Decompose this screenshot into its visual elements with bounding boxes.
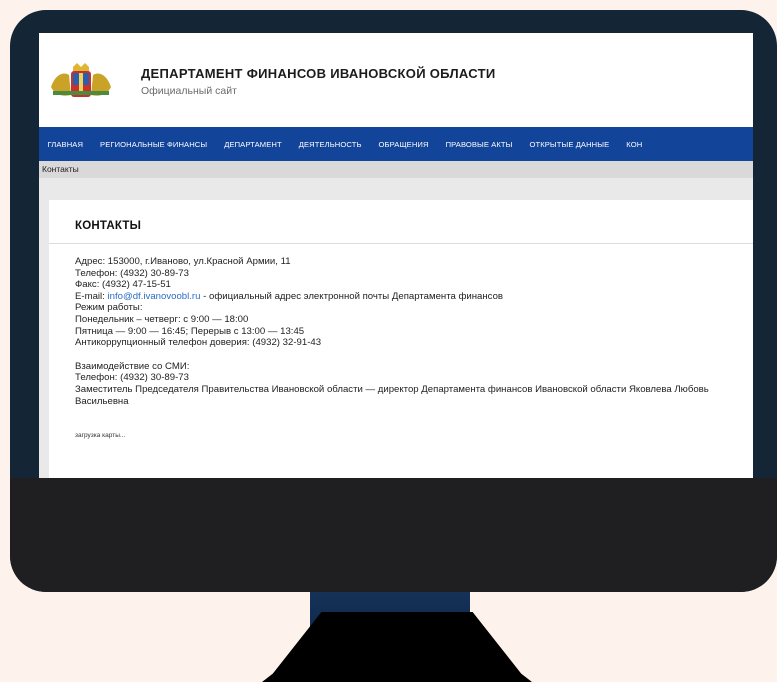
media-label: Взаимодействие со СМИ: [75,360,190,372]
nav-item-activity[interactable]: ДЕЯТЕЛЬНОСТЬ [290,140,370,149]
schedule-mon-thu: Понедельник – четверг: с 9:00 — 18:00 [75,313,249,325]
coat-of-arms-logo [51,63,111,97]
monitor-stand-base [262,612,532,682]
media-phone: Телефон: (4932) 30-89-73 [75,372,189,384]
main-nav: ГЛАВНАЯ РЕГИОНАЛЬНЫЕ ФИНАНСЫ ДЕПАРТАМЕНТ… [39,127,753,161]
site-header: ДЕПАРТАМЕНТ ФИНАНСОВ ИВАНОВСКОЙ ОБЛАСТИ … [39,33,753,127]
anticorruption-phone: Антикоррупционный телефон доверия: (4932… [75,337,322,349]
contacts-card: КОНТАКТЫ Адрес: 153000, г.Иваново, ул.Кр… [49,200,753,479]
nav-item-regional-finance[interactable]: РЕГИОНАЛЬНЫЕ ФИНАНСЫ [92,140,216,149]
nav-item-department[interactable]: ДЕПАРТАМЕНТ [216,140,291,149]
email-label: E-mail: [75,290,108,302]
schedule-label: Режим работы: [75,302,143,314]
monitor-chin [10,478,777,592]
nav-item-home[interactable]: ГЛАВНАЯ [39,140,92,149]
breadcrumb: Контакты [39,161,753,178]
phone-text: Телефон: (4932) 30-89-73 [75,267,189,279]
monitor-frame: ДЕПАРТАМЕНТ ФИНАНСОВ ИВАНОВСКОЙ ОБЛАСТИ … [10,10,777,592]
map-loading-text: загрузка карты... [75,432,126,439]
page-title: КОНТАКТЫ [75,220,142,232]
address-text: Адрес: 153000, г.Иваново, ул.Красной Арм… [75,256,291,267]
media-person: Заместитель Председателя Правительства И… [75,383,709,407]
site-title[interactable]: ДЕПАРТАМЕНТ ФИНАНСОВ ИВАНОВСКОЙ ОБЛАСТИ [141,66,496,81]
fax-text: Факс: (4932) 47-15-51 [75,279,171,291]
nav-item-contacts[interactable]: КОН [618,140,651,149]
email-line: E-mail: info@df.ivanovoobl.ru - официаль… [75,291,745,303]
browser-screen: ДЕПАРТАМЕНТ ФИНАНСОВ ИВАНОВСКОЙ ОБЛАСТИ … [39,33,753,479]
schedule-fri: Пятница — 9:00 — 16:45; Перерыв с 13:00 … [75,325,305,337]
email-note: - официальный адрес электронной почты Де… [200,290,504,302]
contacts-content: Адрес: 153000, г.Иваново, ул.Красной Арм… [75,256,745,407]
email-link[interactable]: info@df.ivanovoobl.ru [108,291,201,302]
nav-item-appeals[interactable]: ОБРАЩЕНИЯ [370,140,437,149]
nav-item-open-data[interactable]: ОТКРЫТЫЕ ДАННЫЕ [521,140,618,149]
site-subtitle: Официальный сайт [141,85,237,97]
nav-item-legal-acts[interactable]: ПРАВОВЫЕ АКТЫ [437,140,521,149]
breadcrumb-current: Контакты [42,164,79,174]
title-divider [49,243,753,244]
